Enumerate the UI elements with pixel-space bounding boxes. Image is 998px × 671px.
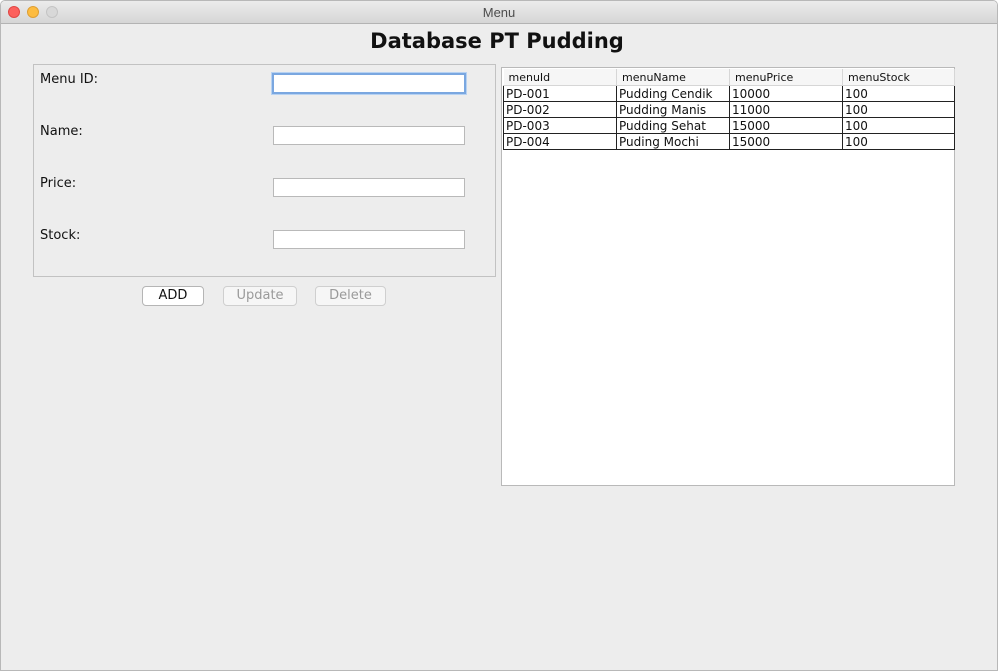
cell-menu-price[interactable]: 10000 [729, 85, 843, 102]
price-input[interactable] [273, 178, 465, 197]
cell-menu-stock[interactable]: 100 [842, 133, 955, 150]
cell-menu-price[interactable]: 11000 [729, 101, 843, 118]
name-input[interactable] [273, 126, 465, 145]
cell-menu-stock[interactable]: 100 [842, 85, 955, 102]
window-title: Menu [482, 5, 516, 20]
table-header-row: menuId menuName menuPrice menuStock [503, 69, 955, 86]
cell-menu-name[interactable]: Pudding Sehat [616, 117, 730, 134]
stock-input[interactable] [273, 230, 465, 249]
table-row[interactable]: PD-003 Pudding Sehat 15000 100 [503, 117, 955, 134]
cell-menu-name[interactable]: Pudding Manis [616, 101, 730, 118]
name-label: Name: [40, 124, 83, 139]
title-bar: Menu [1, 1, 997, 24]
cell-menu-stock[interactable]: 100 [842, 117, 955, 134]
menu-table-panel[interactable]: menuId menuName menuPrice menuStock PD-0… [501, 67, 955, 486]
table-row[interactable]: PD-001 Pudding Cendik 10000 100 [503, 85, 955, 102]
column-header-menu-stock[interactable]: menuStock [842, 69, 955, 86]
cell-menu-id[interactable]: PD-004 [503, 133, 617, 150]
column-header-menu-id[interactable]: menuId [503, 69, 617, 86]
menu-id-label: Menu ID: [40, 72, 99, 87]
cell-menu-name[interactable]: Puding Mochi [616, 133, 730, 150]
cell-menu-price[interactable]: 15000 [729, 117, 843, 134]
column-header-menu-name[interactable]: menuName [616, 69, 730, 86]
add-button[interactable]: ADD [142, 286, 204, 306]
cell-menu-id[interactable]: PD-001 [503, 85, 617, 102]
cell-menu-stock[interactable]: 100 [842, 101, 955, 118]
menu-table: menuId menuName menuPrice menuStock PD-0… [503, 69, 955, 150]
column-header-menu-price[interactable]: menuPrice [729, 69, 843, 86]
table-row[interactable]: PD-004 Puding Mochi 15000 100 [503, 133, 955, 150]
page-title: Database PT Pudding [370, 29, 624, 53]
stock-label: Stock: [40, 228, 81, 243]
cell-menu-name[interactable]: Pudding Cendik [616, 85, 730, 102]
menu-id-input[interactable] [272, 73, 466, 94]
cell-menu-id[interactable]: PD-003 [503, 117, 617, 134]
cell-menu-price[interactable]: 15000 [729, 133, 843, 150]
table-row[interactable]: PD-002 Pudding Manis 11000 100 [503, 101, 955, 118]
price-label: Price: [40, 176, 77, 191]
cell-menu-id[interactable]: PD-002 [503, 101, 617, 118]
delete-button[interactable]: Delete [315, 286, 386, 306]
menu-form-panel: Menu ID: Name: Price: Stock: [33, 64, 496, 277]
update-button[interactable]: Update [223, 286, 297, 306]
app-window: Menu Database PT Pudding Menu ID: Name: … [0, 0, 998, 671]
